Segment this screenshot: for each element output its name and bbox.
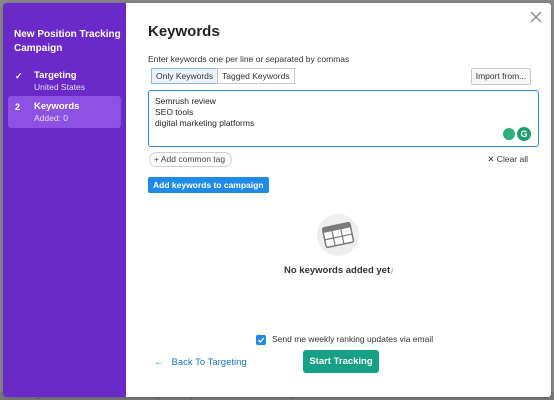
keyword-line: SEO tools: [155, 107, 194, 117]
back-to-targeting-link[interactable]: ← Back To Targeting: [154, 357, 247, 368]
add-common-tag-button[interactable]: + Add common tag: [149, 152, 233, 167]
weekly-updates-checkbox[interactable]: [256, 335, 266, 345]
step-sub: Added: 0: [34, 113, 69, 123]
back-label: Back To Targeting: [171, 357, 247, 368]
step-number: 2: [15, 102, 21, 112]
page-title: Keywords: [148, 23, 220, 40]
keyword-line: digital marketing platforms: [155, 118, 255, 128]
lightbulb-icon[interactable]: [503, 128, 515, 140]
keyword-line: Semrush review: [155, 96, 216, 106]
close-icon[interactable]: [529, 10, 543, 24]
grammar-icon[interactable]: G: [517, 127, 531, 141]
check-icon: ✓: [15, 71, 23, 81]
start-tracking-button[interactable]: Start Tracking: [303, 350, 379, 373]
campaign-modal: New Position Tracking Campaign ✓ Targeti…: [3, 3, 551, 397]
keywords-textarea[interactable]: Semrush review SEO tools digital marketi…: [148, 90, 539, 147]
keywords-panel: Keywords i Enter keywords one per line o…: [126, 3, 551, 397]
wizard-sidebar: New Position Tracking Campaign ✓ Targeti…: [3, 3, 126, 397]
clear-all-button[interactable]: ✕ Clear all: [487, 154, 528, 165]
info-icon[interactable]: i: [218, 29, 220, 39]
wizard-title: New Position Tracking Campaign: [14, 29, 121, 54]
step-label: Targeting: [34, 70, 77, 81]
tab-tagged-keywords[interactable]: Tagged Keywords: [217, 68, 295, 84]
info-icon[interactable]: i: [391, 266, 393, 276]
weekly-updates-label: Send me weekly ranking updates via email: [272, 334, 434, 344]
step-keywords[interactable]: 2 Keywords Added: 0: [8, 96, 121, 128]
keywords-hint: Enter keywords one per line or separated…: [148, 54, 350, 64]
empty-state-label: No keywords added yet: [284, 265, 391, 276]
import-button[interactable]: Import from...: [471, 68, 531, 85]
step-label: Keywords: [34, 101, 80, 112]
add-keywords-button[interactable]: Add keywords to campaign: [148, 177, 269, 193]
empty-table-icon: [317, 214, 359, 256]
step-targeting[interactable]: ✓ Targeting United States: [8, 65, 121, 97]
tab-only-keywords[interactable]: Only Keywords: [151, 68, 219, 84]
back-arrow-icon: ←: [154, 357, 164, 368]
step-sub: United States: [34, 82, 86, 92]
